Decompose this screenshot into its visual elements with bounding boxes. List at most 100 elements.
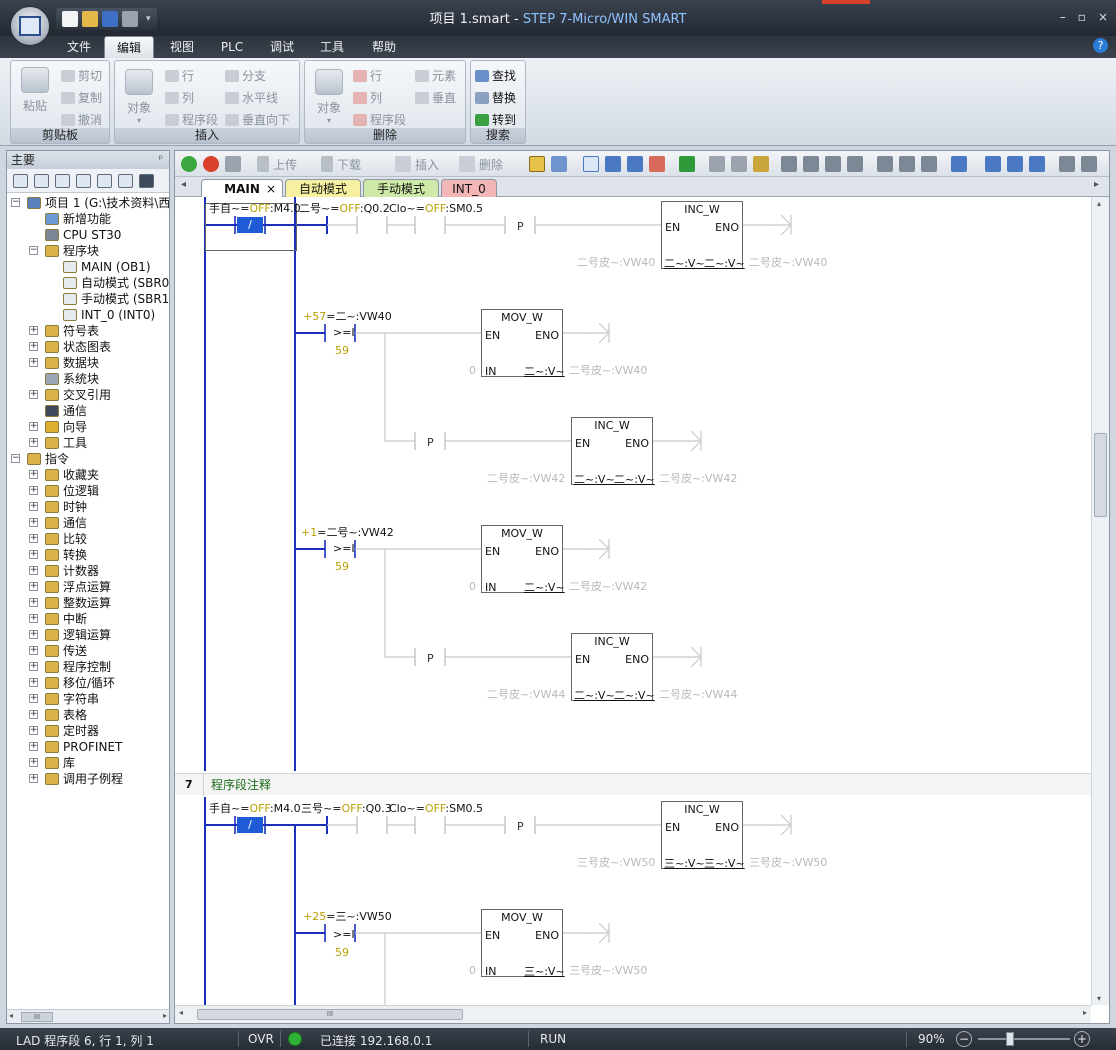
- data-block-icon[interactable]: [76, 173, 91, 188]
- protect-icon[interactable]: [731, 156, 747, 172]
- system-block-icon[interactable]: [97, 173, 112, 188]
- qat-dropdown-icon[interactable]: ▾: [146, 14, 151, 24]
- n6-p-contact-3[interactable]: P: [427, 653, 434, 665]
- download-button[interactable]: 下载: [337, 156, 361, 172]
- tree-item[interactable]: 符号表: [63, 323, 99, 339]
- tree-scroll-thumb[interactable]: III: [21, 1012, 53, 1022]
- n6-contact1-nc[interactable]: /: [237, 217, 263, 233]
- lock-icon[interactable]: [709, 156, 725, 172]
- properties-icon[interactable]: [1029, 156, 1045, 172]
- paste-button[interactable]: 粘贴: [17, 67, 53, 114]
- tree-expander-icon[interactable]: −: [11, 198, 20, 207]
- tree-expander-icon[interactable]: +: [29, 774, 38, 783]
- tree-item[interactable]: 程序控制: [63, 659, 111, 675]
- line-right-icon[interactable]: [847, 156, 863, 172]
- close-button[interactable]: ×: [1098, 10, 1108, 24]
- tree-expander-icon[interactable]: +: [29, 486, 38, 495]
- pin-icon[interactable]: ᵖ: [159, 151, 163, 169]
- program-status-icon[interactable]: [529, 156, 545, 172]
- tree-item[interactable]: 位逻辑: [63, 483, 99, 499]
- cross-reference-icon[interactable]: [118, 173, 133, 188]
- help-icon[interactable]: ?: [1093, 38, 1108, 53]
- tree-expander-icon[interactable]: +: [29, 358, 38, 367]
- tree-expander-icon[interactable]: +: [29, 422, 38, 431]
- coil-icon[interactable]: [899, 156, 915, 172]
- tree-item[interactable]: 手动模式 (SBR1: [81, 291, 169, 307]
- insert-button[interactable]: 插入: [415, 156, 439, 172]
- zoom-slider[interactable]: [978, 1038, 1070, 1040]
- scroll-down-icon[interactable]: ▾: [1097, 994, 1101, 1003]
- run-icon[interactable]: [181, 156, 197, 172]
- tree-expander-icon[interactable]: +: [29, 710, 38, 719]
- close-tab-icon[interactable]: ×: [266, 180, 276, 198]
- zoom-out-button[interactable]: −: [956, 1031, 972, 1047]
- branch-tool-icon[interactable]: [781, 156, 797, 172]
- goto-icon[interactable]: [679, 156, 695, 172]
- find-button[interactable]: 查找: [475, 67, 516, 84]
- tree-item[interactable]: 计数器: [63, 563, 99, 579]
- hscroll-left-icon[interactable]: ◂: [179, 1008, 183, 1017]
- key-icon[interactable]: [753, 156, 769, 172]
- tree-item[interactable]: 指令: [45, 451, 69, 467]
- status-connection[interactable]: 已连接 192.168.0.1: [320, 1032, 432, 1049]
- open-folder-icon[interactable]: [82, 11, 98, 27]
- n7-contact1-nc[interactable]: /: [237, 817, 263, 833]
- tree-item[interactable]: 定时器: [63, 723, 99, 739]
- tree-expander-icon[interactable]: +: [29, 518, 38, 527]
- editor-hscroll-thumb[interactable]: III: [197, 1009, 463, 1020]
- tree-item[interactable]: 系统块: [63, 371, 99, 387]
- compile-icon[interactable]: [225, 156, 241, 172]
- tree-item[interactable]: 通信: [63, 515, 87, 531]
- zoom-slider-thumb[interactable]: [1005, 1032, 1014, 1046]
- undo-button[interactable]: 撤消: [61, 111, 102, 128]
- tree-item[interactable]: 项目 1 (G:\技术资料\西: [45, 195, 169, 211]
- tree-expander-icon[interactable]: +: [29, 470, 38, 479]
- tree-item[interactable]: 通信: [63, 403, 87, 419]
- insert-object-button[interactable]: 对象 ▾: [121, 69, 157, 125]
- tree-item[interactable]: 传送: [63, 643, 87, 659]
- scroll-right-icon[interactable]: ▸: [163, 1011, 167, 1020]
- tree-item[interactable]: 新增功能: [63, 211, 111, 227]
- tree-item[interactable]: MAIN (OB1): [81, 259, 151, 275]
- delete-icon[interactable]: [459, 156, 475, 172]
- editor-vscrollbar[interactable]: ▴ ▾: [1091, 197, 1109, 1005]
- tree-expander-icon[interactable]: +: [29, 502, 38, 511]
- cut-button[interactable]: 剪切: [61, 67, 102, 84]
- menu-plc[interactable]: PLC: [210, 36, 254, 58]
- tree-item[interactable]: 转换: [63, 547, 87, 563]
- ladder-canvas[interactable]: 手自~=OFF:M4.0 / 二号~=OFF:Q0.2 Clo~=OFF:SM0…: [175, 197, 1091, 1005]
- copy-button[interactable]: 复制: [61, 89, 102, 106]
- replace-button[interactable]: 替换: [475, 89, 516, 106]
- delete-column-button[interactable]: 列: [353, 89, 382, 106]
- tree-expander-icon[interactable]: +: [29, 598, 38, 607]
- n6-p-contact[interactable]: P: [517, 221, 524, 233]
- line-down-icon[interactable]: [803, 156, 819, 172]
- network7-comment[interactable]: 程序段注释: [211, 779, 271, 791]
- bookmark-icon[interactable]: [583, 156, 599, 172]
- tree-expander-icon[interactable]: +: [29, 438, 38, 447]
- tree-item[interactable]: INT_0 (INT0): [81, 307, 155, 323]
- goto-button[interactable]: 转到: [475, 111, 516, 128]
- tree-item[interactable]: 字符串: [63, 691, 99, 707]
- insert-network-button[interactable]: 程序段: [165, 111, 218, 128]
- maximize-button[interactable]: ▫: [1078, 10, 1086, 24]
- n7-p-contact[interactable]: P: [517, 821, 524, 833]
- tab-main[interactable]: MAIN ×: [201, 179, 283, 197]
- tabs-right-icon[interactable]: ▸: [1094, 179, 1099, 190]
- delete-vertical-button[interactable]: 垂直: [415, 89, 456, 106]
- delete-row-button[interactable]: 行: [353, 67, 382, 84]
- delete-object-button[interactable]: 对象 ▾: [311, 69, 347, 125]
- next-bookmark-icon[interactable]: [627, 156, 643, 172]
- scroll-up-icon[interactable]: ▴: [1097, 199, 1101, 208]
- tree-hscrollbar[interactable]: ◂ III ▸: [7, 1009, 169, 1023]
- tree-expander-icon[interactable]: +: [29, 678, 38, 687]
- scroll-left-icon[interactable]: ◂: [9, 1011, 13, 1020]
- vline-button[interactable]: 垂直向下: [225, 111, 290, 128]
- menu-help[interactable]: 帮助: [362, 36, 406, 58]
- view-icon[interactable]: [13, 173, 28, 188]
- tree-item[interactable]: 逻辑运算: [63, 627, 111, 643]
- tree-item[interactable]: CPU ST30: [63, 227, 121, 243]
- communication-icon[interactable]: [139, 173, 154, 188]
- application-button[interactable]: [10, 6, 50, 46]
- contact-icon[interactable]: [877, 156, 893, 172]
